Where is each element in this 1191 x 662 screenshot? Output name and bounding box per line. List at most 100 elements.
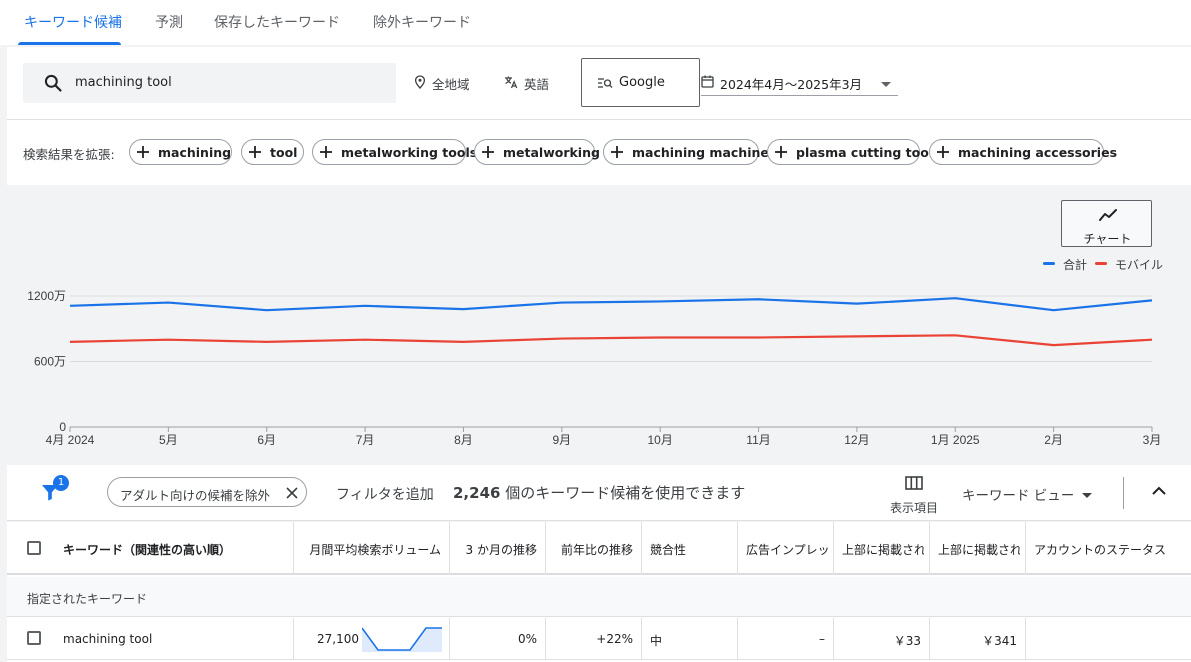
date-range-label: 2024年4月～2025年3月 (720, 77, 863, 92)
cell-three-month: 0% (450, 618, 546, 660)
table-row[interactable]: machining tool 27,100 0% +22% 中 – ￥33 ￥3… (7, 618, 1191, 660)
y-tick-label: 600万 (34, 355, 66, 369)
columns-icon (905, 476, 923, 490)
tab-negative-keywords[interactable]: 除外キーワード (373, 12, 471, 32)
calendar-icon (701, 75, 714, 88)
x-tick-label: 12月 (844, 433, 869, 447)
filter-count-badge: 1 (53, 475, 69, 491)
expand-chip[interactable]: machining accessories (929, 139, 1117, 165)
section-header-specified: 指定されたキーワード (7, 577, 1191, 617)
chevron-up-icon[interactable] (1152, 486, 1166, 495)
column-header-bid-high[interactable]: 上部に掲載された広告の入札単価（高額帯） (930, 522, 1026, 575)
translate-icon (505, 76, 518, 89)
cell-keyword: machining tool (7, 618, 294, 660)
plus-icon (249, 146, 261, 158)
sparkline-area (362, 628, 442, 652)
expand-chip-label: machining machine (632, 145, 769, 160)
caret-down-icon (1082, 493, 1093, 498)
column-header-impression[interactable]: 広告インプレッション (738, 522, 834, 575)
location-label: 全地域 (432, 77, 470, 92)
cell-bid-high: ￥341 (930, 618, 1026, 660)
column-header-bid-low[interactable]: 上部に掲載された広告の入札単価（低額帯） (834, 522, 930, 575)
x-tick-label: 6月 (257, 433, 276, 447)
keyword-view-label: キーワード ビュー (962, 488, 1075, 504)
x-tick-label: 8月 (454, 433, 473, 447)
y-tick-label: 0 (59, 420, 66, 434)
columns-button[interactable]: 表示項目 (885, 473, 943, 517)
divider (1123, 477, 1124, 509)
plus-icon (482, 146, 494, 158)
active-tab-indicator (18, 42, 121, 45)
available-suffix: 個のキーワード候補を使用できます (505, 484, 746, 502)
close-icon[interactable] (286, 487, 298, 499)
plus-icon (775, 146, 787, 158)
available-count: 2,246 (453, 484, 501, 502)
cell-volume: 27,100 (294, 618, 450, 660)
section-label: 指定されたキーワード (27, 592, 148, 606)
legend-swatch-total (1043, 262, 1055, 265)
exclude-adult-chip[interactable]: アダルト向けの候補を除外 (107, 477, 307, 507)
cell-yoy: +22% (546, 618, 642, 660)
series-line-mobile (69, 334, 1153, 347)
add-filter-button[interactable]: フィルタを追加 (336, 484, 434, 504)
legend-swatch-mobile (1095, 262, 1107, 265)
tab-bar: キーワード候補 予測 保存したキーワード 除外キーワード (0, 0, 1191, 45)
chevron-down-icon (881, 82, 891, 87)
search-query: machining tool (75, 75, 172, 90)
column-header-yoy[interactable]: 前年比の推移 (546, 522, 642, 575)
trend-sparkline[interactable] (362, 626, 442, 652)
x-tick-label: 3月 (1143, 433, 1162, 447)
column-header-three-month[interactable]: 3 か月の推移 (450, 522, 546, 575)
x-tick-label: 11月 (746, 433, 770, 447)
keyword-table-toolbar: 1 アダルト向けの候補を除外 フィルタを追加 2,246 個のキーワード候補を使… (7, 465, 1191, 521)
columns-label: 表示項目 (889, 501, 938, 515)
available-keywords-text: 2,246 個のキーワード候補を使用できます (453, 482, 745, 503)
expand-chip-label: machining (158, 145, 232, 160)
tab-keyword-ideas[interactable]: キーワード候補 (24, 12, 122, 32)
search-icon (44, 74, 62, 92)
x-tick-label: 5月 (159, 433, 178, 447)
expand-chip[interactable]: machining machine (603, 139, 769, 165)
expand-chip[interactable]: tool (241, 139, 304, 165)
expand-chip[interactable]: metalworking tools (312, 139, 477, 165)
table-header: キーワード（関連性の高い順） 月間平均検索ボリューム 3 か月の推移 前年比の推… (7, 522, 1191, 575)
cell-status (1026, 618, 1191, 660)
expand-chip-label: plasma cutting tool (796, 145, 934, 160)
plus-icon (320, 146, 332, 158)
search-panel: machining tool 全地域 英語 Google 2024年4月～202… (7, 47, 1191, 185)
column-header-competition[interactable]: 競合性 (642, 522, 738, 575)
tab-saved-keywords[interactable]: 保存したキーワード (214, 12, 340, 32)
keyword-view-dropdown[interactable]: キーワード ビュー (962, 484, 1093, 504)
column-header-keyword[interactable]: キーワード（関連性の高い順） (7, 522, 294, 575)
series-line-total (69, 297, 1153, 312)
tab-forecast[interactable]: 予測 (155, 12, 183, 32)
expand-chip[interactable]: plasma cutting tool (767, 139, 933, 165)
language-label: 英語 (524, 77, 550, 92)
legend-label-total: 合計 (1063, 258, 1088, 272)
legend-label-mobile: モバイル (1115, 258, 1164, 272)
date-range-selector[interactable]: 2024年4月～2025年3月 (701, 64, 898, 96)
keyword-search-input[interactable]: machining tool (23, 63, 396, 103)
select-all-checkbox[interactable] (27, 541, 41, 555)
y-tick-label: 1200万 (27, 289, 66, 303)
plus-icon (137, 146, 149, 158)
expand-chip-label: machining accessories (958, 145, 1118, 160)
chart-button-label: チャート (1083, 232, 1132, 246)
x-tick-label: 2月 (1044, 433, 1063, 447)
expand-chip-label: metalworking (503, 145, 600, 160)
cell-impression: – (738, 618, 834, 660)
expand-chip[interactable]: metalworking (474, 139, 600, 165)
column-header-status[interactable]: アカウントのステータス (1026, 522, 1191, 575)
cell-bid-low: ￥33 (834, 618, 930, 660)
exclude-adult-label: アダルト向けの候補を除外 (120, 488, 271, 503)
chart-type-button[interactable]: チャート (1061, 200, 1152, 247)
plus-icon (937, 146, 949, 158)
expand-chip[interactable]: machining (129, 139, 232, 165)
row-checkbox[interactable] (27, 631, 41, 645)
divider (7, 119, 1191, 120)
x-tick-label: 10月 (648, 433, 673, 447)
network-selector-button[interactable]: Google (581, 58, 700, 107)
expand-chip-label: metalworking tools (341, 145, 478, 160)
keyword-table: キーワード（関連性の高い順） 月間平均検索ボリューム 3 か月の推移 前年比の推… (7, 522, 1191, 662)
column-header-volume[interactable]: 月間平均検索ボリューム (294, 522, 450, 575)
